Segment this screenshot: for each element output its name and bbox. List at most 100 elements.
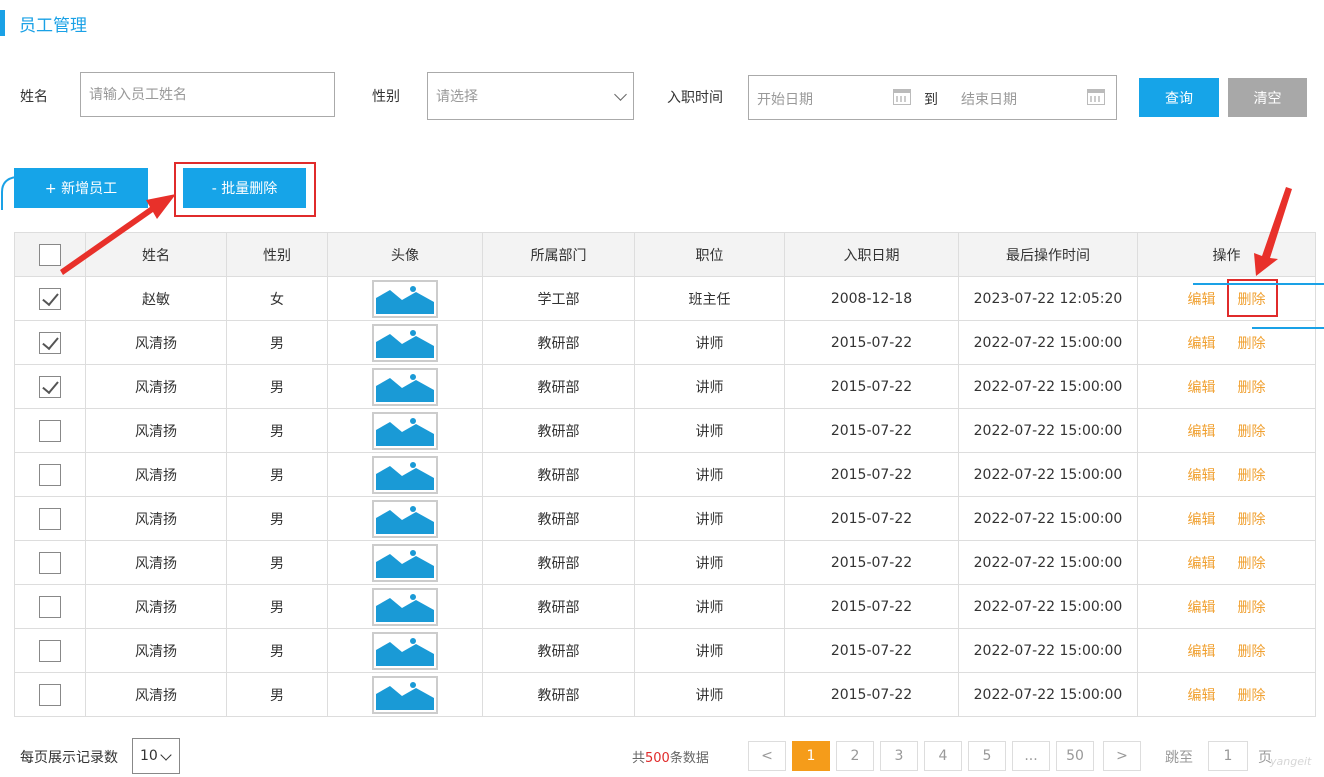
- cell-last-updated: 2023-07-22 12:05:20: [958, 276, 1138, 321]
- page-size-select[interactable]: 10: [132, 738, 180, 774]
- delete-link[interactable]: 删除: [1238, 509, 1266, 529]
- edit-link[interactable]: 编辑: [1188, 377, 1216, 397]
- cell-entry-date: 2015-07-22: [784, 584, 959, 629]
- row-select-cell: [14, 452, 86, 497]
- edit-link[interactable]: 编辑: [1188, 421, 1216, 441]
- cell-avatar: [327, 452, 483, 497]
- cell-position: 讲师: [634, 496, 785, 541]
- date-range-picker[interactable]: 开始日期 到 结束日期: [748, 75, 1117, 120]
- edit-link[interactable]: 编辑: [1188, 333, 1216, 353]
- name-label: 姓名: [20, 89, 48, 105]
- query-button[interactable]: 查询: [1139, 78, 1219, 117]
- column-header-position: 职位: [634, 232, 785, 277]
- row-checkbox[interactable]: [39, 287, 61, 310]
- select-all-cell: [14, 232, 86, 277]
- row-checkbox[interactable]: [39, 639, 61, 662]
- cell-actions: 编辑 删除: [1137, 408, 1316, 453]
- edit-link[interactable]: 编辑: [1188, 289, 1216, 309]
- row-checkbox[interactable]: [39, 331, 61, 354]
- row-select-cell: [14, 364, 86, 409]
- add-employee-button[interactable]: + 新增员工: [14, 168, 148, 208]
- column-header-avatar: 头像: [327, 232, 483, 277]
- jump-page-input[interactable]: 1: [1208, 741, 1248, 771]
- row-checkbox[interactable]: [39, 419, 61, 442]
- row-checkbox[interactable]: [39, 507, 61, 530]
- delete-link[interactable]: 删除: [1238, 377, 1266, 397]
- cell-actions: 编辑 删除: [1137, 628, 1316, 673]
- chevron-down-icon: [160, 749, 172, 761]
- page-button-4[interactable]: 4: [924, 741, 962, 771]
- cell-department: 教研部: [482, 584, 635, 629]
- next-page-button[interactable]: >: [1103, 741, 1141, 771]
- cell-entry-date: 2015-07-22: [784, 672, 959, 717]
- delete-link[interactable]: 删除: [1238, 465, 1266, 485]
- calendar-icon: [893, 89, 911, 105]
- cell-department: 教研部: [482, 364, 635, 409]
- avatar-image-icon: [372, 411, 438, 450]
- page-button-3[interactable]: 3: [880, 741, 918, 771]
- delete-link[interactable]: 删除: [1238, 421, 1266, 441]
- prev-page-button[interactable]: <: [748, 741, 786, 771]
- edit-link[interactable]: 编辑: [1188, 553, 1216, 573]
- cell-position: 讲师: [634, 408, 785, 453]
- row-checkbox[interactable]: [39, 463, 61, 486]
- table-row: 风清扬男教研部 讲师 2015-07-22 2022-07-22 15:00:00 编辑…: [14, 408, 1316, 453]
- cell-department: 教研部: [482, 452, 635, 497]
- jump-label: 跳至: [1165, 750, 1193, 766]
- edit-link[interactable]: 编辑: [1188, 641, 1216, 661]
- avatar-image-icon: [372, 631, 438, 670]
- avatar-image-icon: [372, 587, 438, 626]
- table-row: 风清扬男教研部 讲师 2015-07-22 2022-07-22 15:00:00 编辑…: [14, 672, 1316, 717]
- cell-department: 教研部: [482, 320, 635, 365]
- edit-link[interactable]: 编辑: [1188, 685, 1216, 705]
- row-checkbox[interactable]: [39, 375, 61, 398]
- name-input[interactable]: [89, 73, 334, 116]
- cell-last-updated: 2022-07-22 15:00:00: [958, 364, 1138, 409]
- entry-date-label: 入职时间: [667, 90, 723, 106]
- end-date-input[interactable]: 结束日期: [961, 89, 1017, 109]
- page-button-5[interactable]: 5: [968, 741, 1006, 771]
- avatar-image-icon: [372, 499, 438, 538]
- cell-name: 风清扬: [85, 628, 227, 673]
- cell-department: 教研部: [482, 672, 635, 717]
- delete-link[interactable]: 删除: [1238, 641, 1266, 661]
- avatar-image-icon: [372, 279, 438, 318]
- cell-avatar: [327, 408, 483, 453]
- edit-link[interactable]: 编辑: [1188, 465, 1216, 485]
- start-date-input[interactable]: 开始日期: [757, 89, 813, 109]
- batch-delete-highlight: [174, 162, 316, 217]
- row-checkbox[interactable]: [39, 683, 61, 706]
- cell-entry-date: 2015-07-22: [784, 408, 959, 453]
- cell-entry-date: 2008-12-18: [784, 276, 959, 321]
- page-button-1[interactable]: 1: [792, 741, 830, 771]
- gender-select-placeholder: 请选择: [436, 89, 478, 105]
- clear-button[interactable]: 清空: [1228, 78, 1307, 117]
- cell-name: 风清扬: [85, 452, 227, 497]
- delete-link[interactable]: 删除: [1238, 553, 1266, 573]
- cell-position: 班主任: [634, 276, 785, 321]
- date-range-separator: 到: [924, 92, 938, 108]
- page-button-50[interactable]: 50: [1056, 741, 1094, 771]
- row-select-cell: [14, 320, 86, 365]
- cell-gender: 女: [226, 276, 328, 321]
- edit-link[interactable]: 编辑: [1188, 597, 1216, 617]
- table-row: 风清扬男教研部 讲师 2015-07-22 2022-07-22 15:00:00 编辑…: [14, 452, 1316, 497]
- row-checkbox[interactable]: [39, 595, 61, 618]
- delete-link[interactable]: 删除: [1238, 597, 1266, 617]
- gender-select[interactable]: 请选择: [427, 72, 634, 120]
- delete-link[interactable]: 删除: [1238, 685, 1266, 705]
- column-header-gender: 性别: [226, 232, 328, 277]
- cell-actions: 编辑 删除: [1137, 452, 1316, 497]
- cell-last-updated: 2022-07-22 15:00:00: [958, 540, 1138, 585]
- name-field[interactable]: [80, 72, 335, 117]
- row-checkbox[interactable]: [39, 551, 61, 574]
- cell-actions: 编辑 删除: [1137, 540, 1316, 585]
- avatar-image-icon: [372, 323, 438, 362]
- edit-link[interactable]: 编辑: [1188, 509, 1216, 529]
- select-all-checkbox[interactable]: [39, 243, 61, 266]
- cell-entry-date: 2015-07-22: [784, 540, 959, 585]
- page-button-2[interactable]: 2: [836, 741, 874, 771]
- cell-name: 赵敏: [85, 276, 227, 321]
- row-select-cell: [14, 496, 86, 541]
- delete-link[interactable]: 删除: [1238, 333, 1266, 353]
